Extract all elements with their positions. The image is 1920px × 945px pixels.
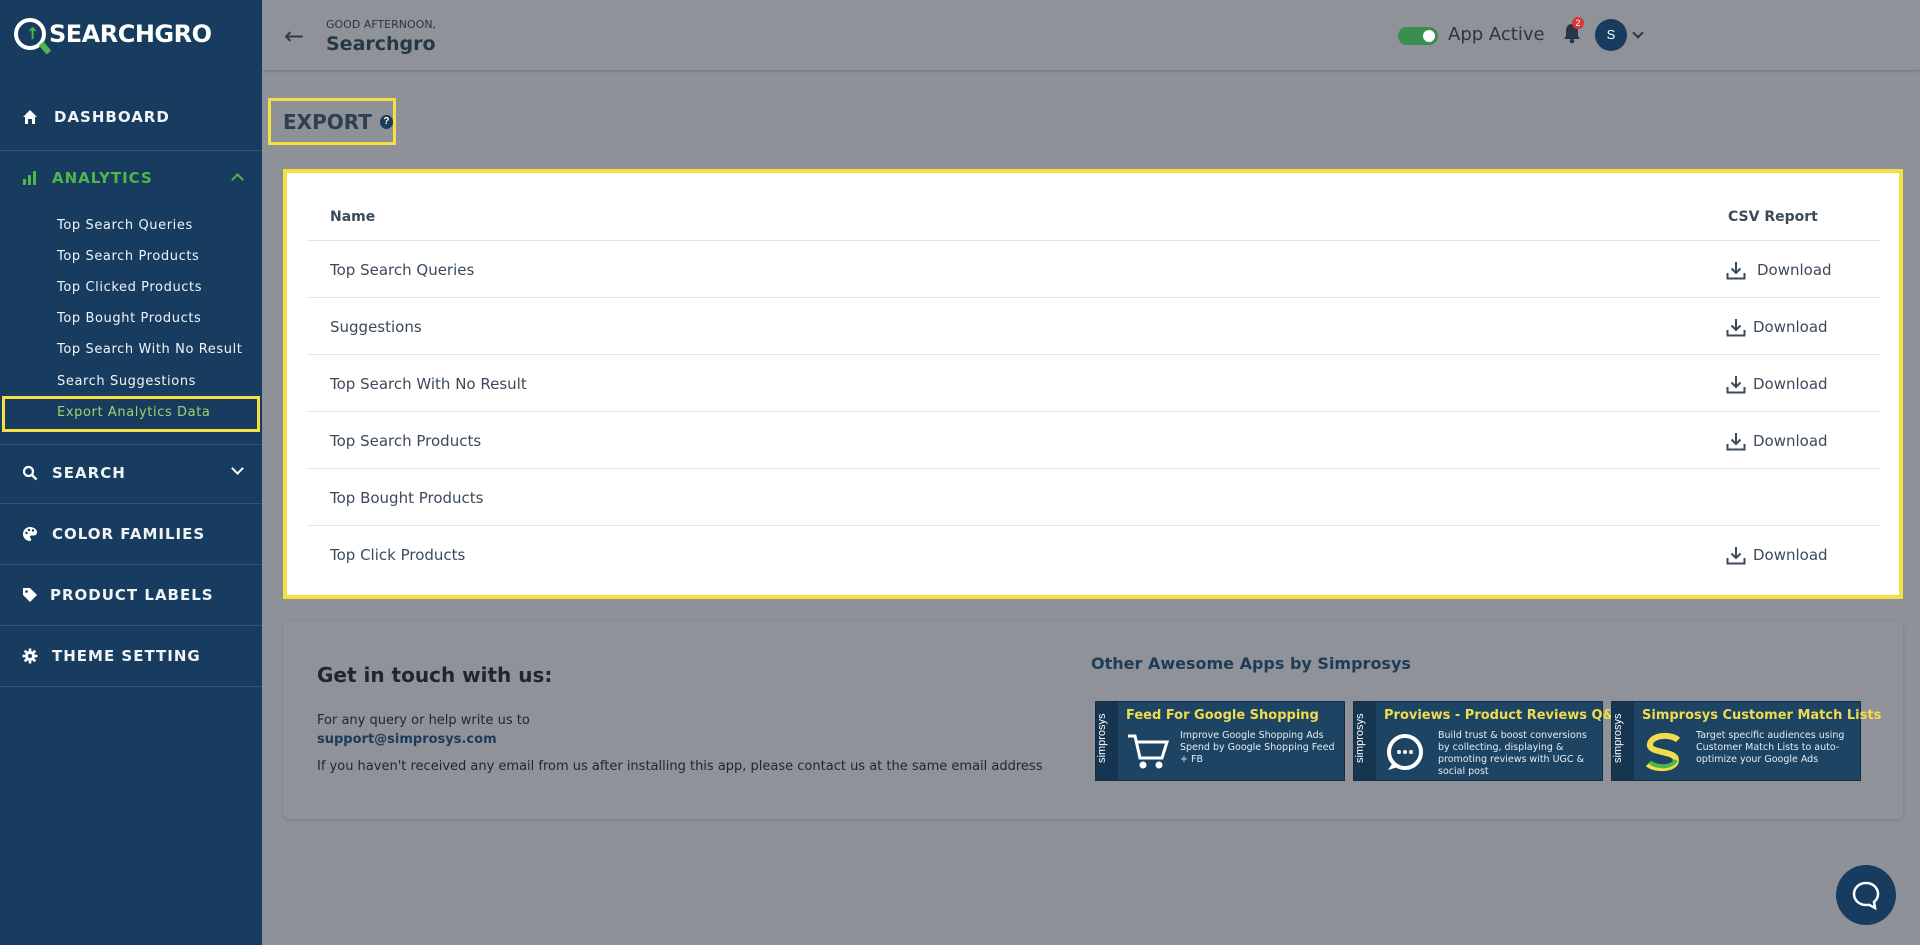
sidebar-subitem-top-search-no-result[interactable]: Top Search With No Result: [57, 342, 243, 357]
brand-label: simprosys: [1096, 702, 1118, 780]
sidebar-item-analytics[interactable]: ANALYTICS: [0, 166, 262, 190]
sidebar-subitem-search-suggestions[interactable]: Search Suggestions: [57, 374, 196, 389]
app-card-feed-google-shopping[interactable]: simprosys Feed For Google Shopping Impro…: [1095, 701, 1345, 781]
avatar[interactable]: S: [1595, 19, 1627, 51]
back-arrow-icon[interactable]: ←: [284, 22, 304, 50]
sidebar-subitem-top-clicked-products[interactable]: Top Clicked Products: [57, 280, 202, 295]
store-name: Searchgro: [326, 33, 436, 55]
download-button[interactable]: Download: [1725, 316, 1828, 338]
sidebar-item-search[interactable]: SEARCH: [0, 461, 262, 485]
help-icon[interactable]: ?: [379, 114, 393, 129]
search-icon: [20, 463, 40, 483]
app-title: Simprosys Customer Match Lists: [1642, 708, 1882, 723]
top-bar: ← GOOD AFTERNOON, Searchgro: [262, 0, 1920, 70]
download-icon: [1726, 432, 1746, 450]
report-name: Top Search Queries: [330, 260, 475, 279]
sidebar-item-label: PRODUCT LABELS: [50, 586, 214, 604]
gear-icon: [20, 646, 40, 666]
report-name: Top Search With No Result: [330, 374, 527, 393]
sidebar-subitem-top-bought-products[interactable]: Top Bought Products: [57, 311, 201, 326]
sidebar-item-product-labels[interactable]: PRODUCT LABELS: [0, 583, 262, 607]
app-title: Proviews - Product Reviews Q&A: [1384, 708, 1624, 723]
download-button[interactable]: Download: [1725, 259, 1832, 281]
sidebar-item-label: SEARCH: [52, 464, 126, 482]
sidebar-subitem-export-analytics-data[interactable]: Export Analytics Data: [57, 405, 211, 420]
download-button[interactable]: Download: [1725, 373, 1828, 395]
download-icon: [1726, 261, 1746, 279]
greeting-text: GOOD AFTERNOON,: [326, 18, 437, 31]
chevron-up-icon: [231, 173, 244, 186]
download-icon: [1726, 318, 1746, 336]
contact-footer: Get in touch with us: For any query or h…: [283, 621, 1903, 819]
app-title: Feed For Google Shopping: [1126, 708, 1319, 723]
sidebar-item-label: DASHBOARD: [54, 108, 170, 126]
brand-label: simprosys: [1354, 702, 1376, 780]
contact-note: If you haven't received any email from u…: [317, 759, 1043, 774]
download-icon: [1726, 547, 1746, 565]
chat-bubble-icon: [1384, 732, 1428, 772]
column-header-csv-report: CSV Report: [1728, 208, 1818, 225]
support-email-link[interactable]: support@simprosys.com: [317, 732, 497, 747]
sidebar-item-dashboard[interactable]: DASHBOARD: [0, 105, 262, 129]
sidebar-subitem-top-search-products[interactable]: Top Search Products: [57, 249, 199, 264]
app-description: Build trust & boost conversions by colle…: [1438, 730, 1587, 777]
column-header-name: Name: [330, 208, 376, 225]
home-icon: [20, 107, 40, 127]
bar-chart-icon: [20, 168, 40, 188]
sidebar-item-label: THEME SETTING: [52, 647, 201, 665]
table-row: Top Search With No Result Download: [307, 356, 1880, 412]
report-name: Top Click Products: [330, 546, 466, 564]
sidebar-item-label: COLOR FAMILIES: [52, 525, 206, 543]
download-label: Download: [1753, 317, 1828, 336]
simprosys-logo-icon: [1642, 732, 1686, 772]
brand-label: simprosys: [1612, 702, 1634, 780]
export-table-card: Name CSV Report Top Search Queries Downl…: [283, 169, 1903, 599]
contact-title: Get in touch with us:: [317, 663, 553, 687]
app-logo[interactable]: ↑ SEARCHGRO: [14, 18, 212, 50]
app-description: Improve Google Shopping Ads Spend by Goo…: [1180, 730, 1335, 765]
report-name: Suggestions: [330, 317, 422, 336]
table-header-row: Name CSV Report: [307, 193, 1880, 241]
chevron-down-icon: [231, 462, 244, 475]
report-name: Top Bought Products: [330, 488, 484, 507]
shopping-cart-icon: [1126, 732, 1170, 772]
contact-line: For any query or help write us to: [317, 713, 530, 728]
sidebar-item-label: ANALYTICS: [52, 169, 153, 187]
download-label: Download: [1757, 260, 1832, 279]
chat-icon: [1852, 881, 1880, 911]
sidebar-subitem-top-search-queries[interactable]: Top Search Queries: [57, 218, 193, 233]
chat-widget-button[interactable]: [1836, 865, 1896, 925]
app-active-toggle[interactable]: [1398, 27, 1438, 45]
report-name: Top Search Products: [330, 431, 482, 450]
table-row: Top Click Products Download: [307, 527, 1880, 583]
app-card-customer-match-lists[interactable]: simprosys Simprosys Customer Match Lists…: [1611, 701, 1881, 781]
logo-icon: ↑: [14, 18, 46, 50]
download-label: Download: [1753, 374, 1828, 393]
table-row: Top Search Queries Download: [307, 242, 1880, 298]
sidebar-item-color-families[interactable]: COLOR FAMILIES: [0, 522, 262, 546]
app-status-label: App Active: [1448, 24, 1545, 45]
download-button[interactable]: Download: [1725, 430, 1828, 452]
app-card-proviews[interactable]: simprosys Proviews - Product Reviews Q&A…: [1353, 701, 1624, 781]
download-button[interactable]: Download: [1725, 544, 1828, 566]
tag-icon: [20, 585, 40, 605]
logo-text: SEARCHGRO: [49, 20, 212, 48]
palette-icon: [20, 524, 40, 544]
table-row: Top Search Products Download: [307, 413, 1880, 469]
page-title: EXPORT: [283, 109, 372, 134]
table-row: Suggestions Download: [307, 299, 1880, 355]
download-label: Download: [1753, 431, 1828, 450]
sidebar-item-theme-setting[interactable]: THEME SETTING: [0, 644, 262, 668]
download-label: Download: [1753, 546, 1828, 564]
sidebar: ↑ SEARCHGRO DASHBOARD ANALYTICS Top Sear…: [0, 0, 262, 945]
notification-badge: 2: [1572, 17, 1584, 29]
download-icon: [1726, 375, 1746, 393]
other-apps-title: Other Awesome Apps by Simprosys: [1091, 654, 1411, 673]
table-row: Top Bought Products: [307, 470, 1880, 526]
app-description: Target specific audiences using Customer…: [1696, 730, 1845, 765]
page-title-box: EXPORT ?: [268, 98, 396, 145]
